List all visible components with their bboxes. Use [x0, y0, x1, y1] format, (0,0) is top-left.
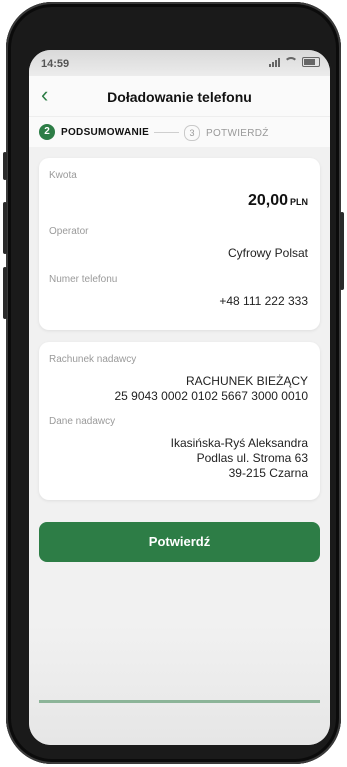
app-screen: 14:59 ‹ Doładowanie telefonu 2 PODSUMOWA… [29, 50, 330, 745]
sender-account-name: RACHUNEK BIEŻĄCY [185, 374, 308, 388]
mute-switch [3, 152, 7, 180]
sender-data-label: Dane nadawcy [49, 416, 116, 427]
volume-down-button [3, 267, 7, 319]
phone-frame: 14:59 ‹ Doładowanie telefonu 2 PODSUMOWA… [3, 2, 344, 764]
summary-card: Kwota 20,00 PLN Operator Cyfrowy Polsat N… [39, 158, 320, 330]
amount-currency: PLN [290, 197, 308, 207]
step-number-inactive: 3 [184, 125, 200, 141]
sender-street: Podlas ul. Stroma 63 [196, 451, 308, 465]
operator-label: Operator [49, 226, 89, 237]
step-connector [154, 132, 179, 133]
sender-account-label: Rachunek nadawcy [49, 354, 137, 365]
sender-city: 39-215 Czarna [228, 466, 308, 480]
status-icons [269, 57, 320, 67]
sender-card: Rachunek nadawcy RACHUNEK BIEŻĄCY 25 904… [39, 342, 320, 500]
sender-account-number: 25 9043 0002 0102 5667 3000 0010 [114, 389, 308, 403]
volume-up-button [3, 202, 7, 254]
step-indicator: 2 PODSUMOWANIE 3 POTWIERDŹ [29, 116, 330, 147]
status-time: 14:59 [41, 58, 70, 70]
wifi-icon [284, 57, 298, 67]
amount-label: Kwota [49, 170, 77, 181]
step-summary: 2 PODSUMOWANIE [39, 124, 149, 140]
status-bar: 14:59 [29, 50, 330, 76]
page-title: Doładowanie telefonu [107, 89, 252, 105]
bottom-area [29, 625, 330, 745]
sender-name: Ikasińska-Ryś Aleksandra [170, 436, 308, 450]
step-number-active: 2 [39, 124, 55, 140]
amount-number: 20,00 [247, 192, 288, 209]
amount-value: 20,00 PLN [248, 192, 308, 210]
page-header: ‹ Doładowanie telefonu [29, 76, 330, 116]
battery-icon [302, 57, 320, 67]
operator-value: Cyfrowy Polsat [227, 246, 308, 260]
step-label-active: PODSUMOWANIE [61, 126, 150, 138]
phone-number-value: +48 111 222 333 [219, 294, 308, 308]
step-confirm: 3 POTWIERDŹ [184, 125, 269, 141]
step-label-inactive: POTWIERDŹ [206, 127, 269, 139]
confirm-button[interactable]: Potwierdź [39, 522, 320, 562]
signal-icon [269, 57, 280, 67]
phone-number-label: Numer telefonu [49, 274, 118, 285]
bottom-divider [39, 700, 320, 703]
power-button [340, 212, 344, 290]
